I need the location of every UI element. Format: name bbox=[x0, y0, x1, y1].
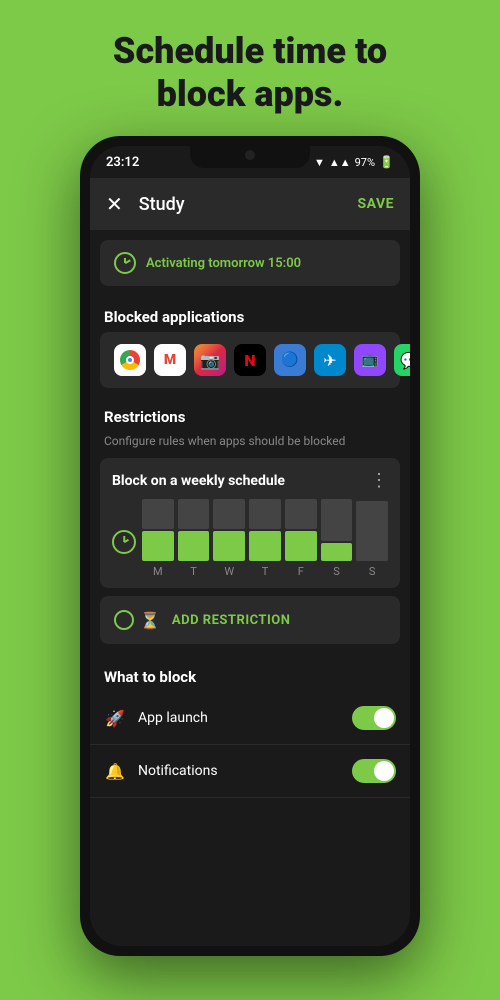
notifications-toggle-row: 🔔 Notifications bbox=[90, 745, 410, 798]
app-icon-netflix[interactable]: N bbox=[234, 344, 266, 376]
bar-col-s1 bbox=[321, 499, 353, 561]
schedule-grid: M T W T F S S bbox=[142, 501, 388, 578]
bars-container bbox=[142, 501, 388, 561]
activation-text: Activating tomorrow 15:00 bbox=[146, 256, 301, 271]
signal-icon: ▲▲ bbox=[329, 156, 351, 169]
notifications-icon: 🔔 bbox=[104, 762, 126, 781]
battery-icon: 🔋 bbox=[379, 155, 394, 169]
phone-screen: 23:12 ▼ ▲▲ 97% 🔋 ✕ Study SAVE Activating… bbox=[90, 146, 410, 946]
app-launch-toggle[interactable] bbox=[352, 706, 396, 730]
bar-col-f bbox=[285, 499, 317, 561]
restrictions-subtitle: Configure rules when apps should be bloc… bbox=[90, 432, 410, 458]
what-section-header: What to block bbox=[90, 656, 410, 692]
day-s1: S bbox=[321, 565, 353, 578]
day-t1: T bbox=[178, 565, 210, 578]
app-icon-whatsapp[interactable]: 💬 bbox=[394, 344, 410, 376]
day-w: W bbox=[213, 565, 245, 578]
phone-wrapper: 23:12 ▼ ▲▲ 97% 🔋 ✕ Study SAVE Activating… bbox=[80, 136, 420, 956]
app-launch-icon: 🚀 bbox=[104, 709, 126, 728]
clock-icon bbox=[114, 252, 136, 274]
bar-col-w bbox=[213, 499, 245, 561]
bar-col-m bbox=[142, 499, 174, 561]
add-restriction-label[interactable]: ADD RESTRICTION bbox=[172, 613, 291, 628]
notifications-label: Notifications bbox=[138, 763, 352, 779]
notifications-toggle[interactable] bbox=[352, 759, 396, 783]
day-m: M bbox=[142, 565, 174, 578]
app-icon-instagram[interactable]: 📷 bbox=[194, 344, 226, 376]
what-to-block-section: What to block 🚀 App launch 🔔 Notificatio… bbox=[90, 656, 410, 798]
schedule-card: Block on a weekly schedule ⋮ bbox=[100, 458, 400, 588]
day-t2: T bbox=[249, 565, 281, 578]
schedule-card-title: Block on a weekly schedule bbox=[112, 473, 285, 489]
toggle-thumb-notif bbox=[374, 761, 394, 781]
apps-card: M 📷 N 🔵 ✈ 📺 💬 ▶ ⋮ bbox=[100, 332, 400, 388]
schedule-clock-icon bbox=[112, 530, 136, 554]
app-bar-title: Study bbox=[139, 194, 358, 215]
schedule-card-header: Block on a weekly schedule ⋮ bbox=[112, 470, 388, 491]
save-button[interactable]: SAVE bbox=[358, 196, 395, 212]
day-f: F bbox=[285, 565, 317, 578]
activation-banner: Activating tomorrow 15:00 bbox=[100, 240, 400, 286]
close-button[interactable]: ✕ bbox=[106, 192, 123, 216]
schedule-body: M T W T F S S bbox=[112, 501, 388, 578]
app-icon-telegram[interactable]: ✈ bbox=[314, 344, 346, 376]
days-row: M T W T F S S bbox=[142, 565, 388, 578]
app-icon-gmail[interactable]: M bbox=[154, 344, 186, 376]
phone-camera bbox=[245, 150, 255, 160]
schedule-more-button[interactable]: ⋮ bbox=[370, 470, 388, 491]
restrictions-section-header: Restrictions bbox=[90, 396, 410, 432]
page-title: Schedule time to block apps. bbox=[73, 0, 427, 136]
bar-col-t2 bbox=[249, 499, 281, 561]
app-icon-chrome[interactable] bbox=[114, 344, 146, 376]
app-launch-toggle-row: 🚀 App launch bbox=[90, 692, 410, 745]
status-icons: ▼ ▲▲ 97% 🔋 bbox=[314, 155, 394, 169]
toggle-thumb-launch bbox=[374, 708, 394, 728]
battery-percent: 97% bbox=[355, 156, 375, 169]
day-s2: S bbox=[356, 565, 388, 578]
app-icon-twitch[interactable]: 📺 bbox=[354, 344, 386, 376]
screen-content: Activating tomorrow 15:00 Blocked applic… bbox=[90, 230, 410, 946]
bar-col-s2 bbox=[356, 501, 388, 561]
bar-col-t1 bbox=[178, 499, 210, 561]
app-icon-relay[interactable]: 🔵 bbox=[274, 344, 306, 376]
add-restriction-icons: ⏳ bbox=[114, 610, 160, 630]
hourglass-icon: ⏳ bbox=[140, 611, 160, 630]
status-time: 23:12 bbox=[106, 155, 139, 170]
wifi-icon: ▼ bbox=[314, 156, 325, 169]
add-restriction-button[interactable]: ⏳ ADD RESTRICTION bbox=[100, 596, 400, 644]
app-launch-label: App launch bbox=[138, 710, 352, 726]
clock-green-icon bbox=[114, 610, 134, 630]
app-bar: ✕ Study SAVE bbox=[90, 178, 410, 230]
blocked-apps-section-header: Blocked applications bbox=[90, 296, 410, 332]
